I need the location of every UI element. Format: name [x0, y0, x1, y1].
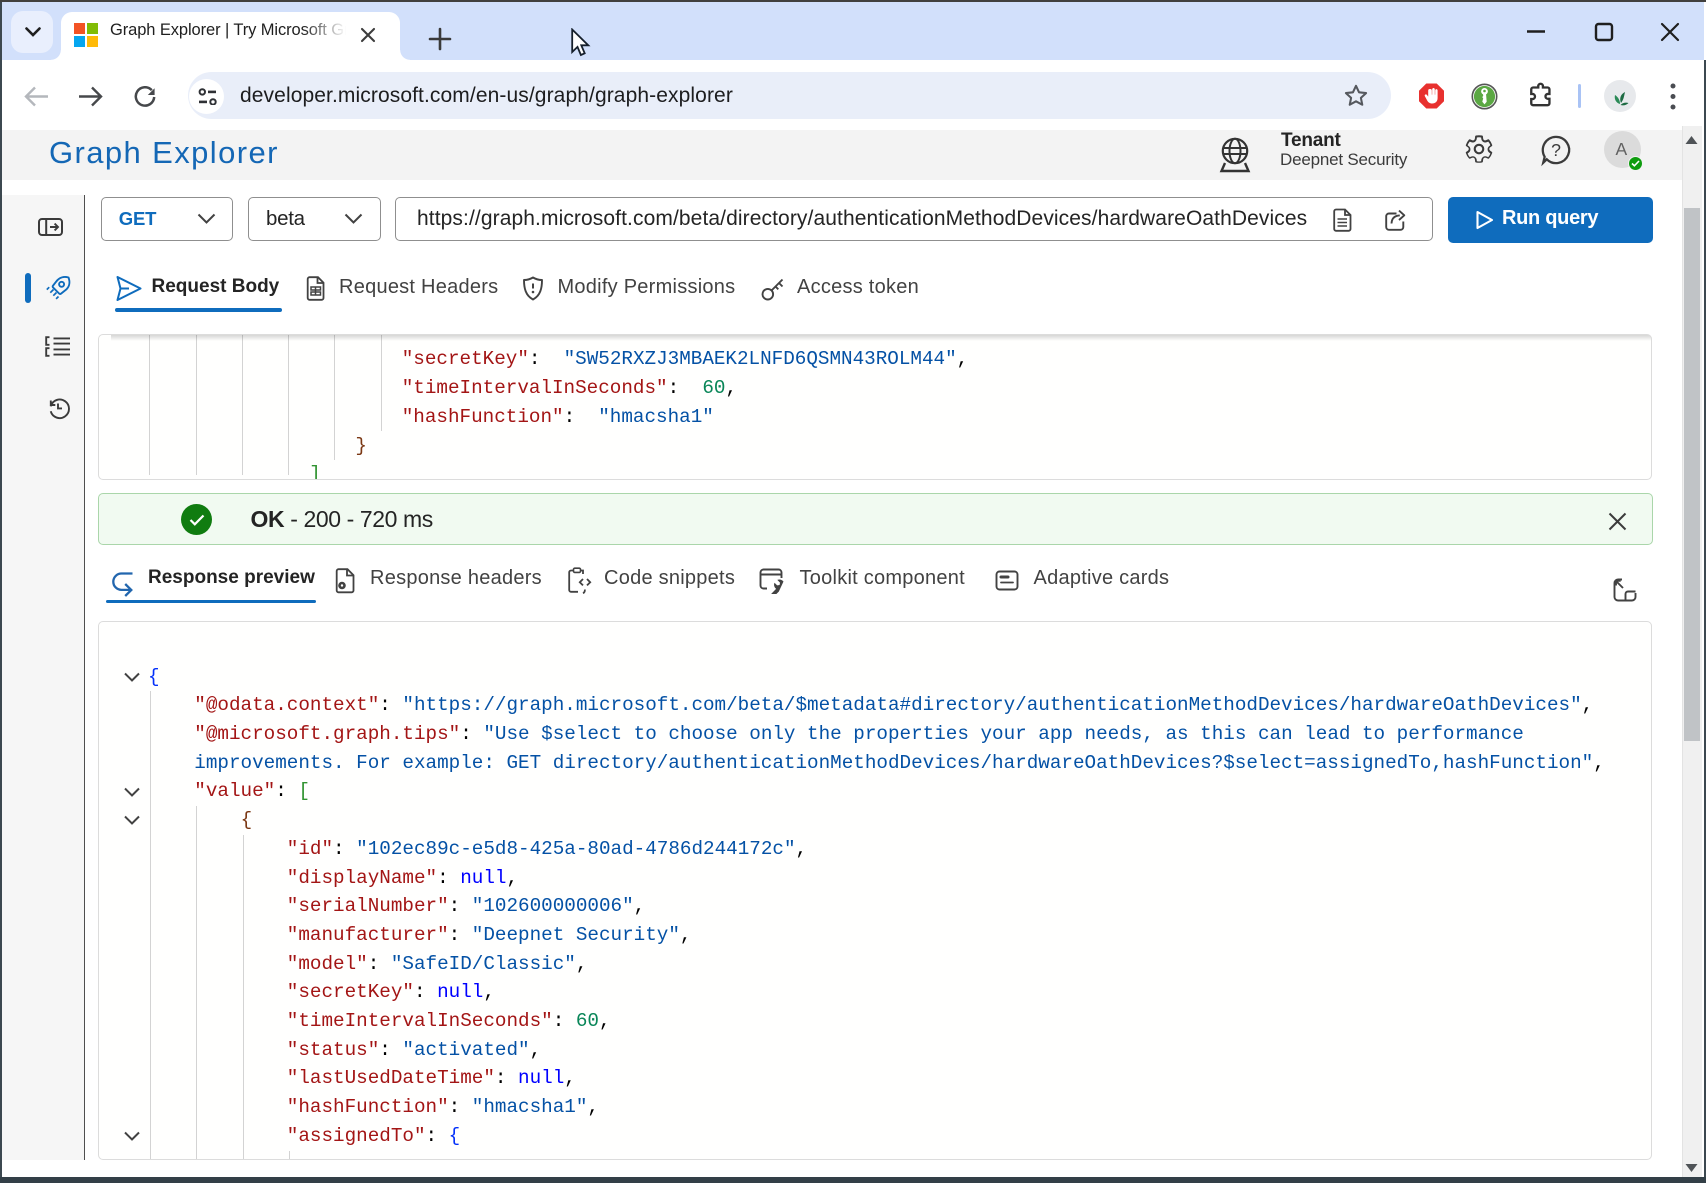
svg-text:?: ? — [1551, 140, 1561, 160]
